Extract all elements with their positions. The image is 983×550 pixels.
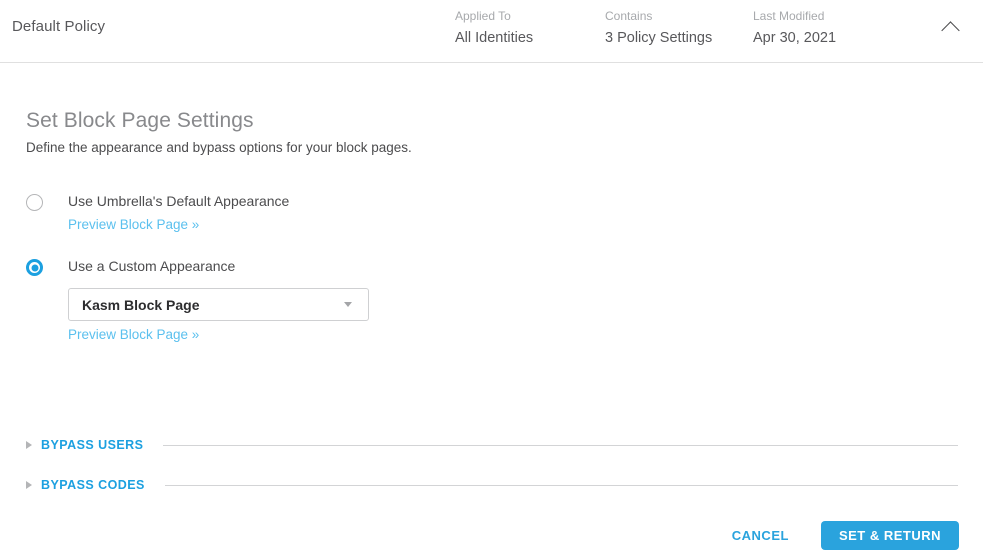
option-custom-appearance: Use a Custom Appearance Kasm Block Page … [26,258,369,344]
policy-name: Default Policy [12,18,105,35]
meta-last-modified-value: Apr 30, 2021 [753,27,836,49]
footer-actions: CANCEL SET & RETURN [716,521,959,550]
bypass-codes-section-header[interactable]: BYPASS CODES [26,478,958,492]
chevron-up-icon [941,21,959,39]
block-page-select-value: Kasm Block Page [69,297,344,313]
meta-last-modified: Last Modified Apr 30, 2021 [753,8,836,49]
radio-default-appearance[interactable] [26,194,43,211]
meta-applied-to-value: All Identities [455,27,533,49]
bypass-users-divider [163,445,958,446]
preview-block-page-link-custom[interactable]: Preview Block Page » [68,327,199,342]
bypass-codes-divider [165,485,958,486]
radio-custom-appearance[interactable] [26,259,43,276]
meta-applied-to: Applied To All Identities [455,8,533,49]
radio-label-default-appearance[interactable]: Use Umbrella's Default Appearance [68,193,289,210]
radio-row-default-appearance[interactable]: Use Umbrella's Default Appearance [26,193,289,211]
page-title: Set Block Page Settings [26,109,254,133]
radio-row-custom-appearance[interactable]: Use a Custom Appearance [26,258,369,276]
radio-label-custom-appearance[interactable]: Use a Custom Appearance [68,258,235,275]
meta-contains: Contains 3 Policy Settings [605,8,712,49]
bypass-codes-label: BYPASS CODES [41,478,145,492]
meta-last-modified-label: Last Modified [753,8,836,24]
set-and-return-button[interactable]: SET & RETURN [821,521,959,550]
meta-applied-to-label: Applied To [455,8,533,24]
page-description: Define the appearance and bypass options… [26,140,412,155]
bypass-users-label: BYPASS USERS [41,438,143,452]
collapse-panel-button[interactable] [935,13,965,43]
cancel-button[interactable]: CANCEL [716,528,805,543]
preview-block-page-link-default[interactable]: Preview Block Page » [68,217,199,232]
policy-header: Default Policy Applied To All Identities… [0,0,983,63]
block-page-select[interactable]: Kasm Block Page [68,288,369,321]
meta-contains-value: 3 Policy Settings [605,27,712,49]
meta-contains-label: Contains [605,8,712,24]
option-default-appearance: Use Umbrella's Default Appearance Previe… [26,193,289,234]
bypass-users-section-header[interactable]: BYPASS USERS [26,438,958,452]
caret-down-icon [344,302,352,307]
caret-right-icon-users [26,441,32,449]
caret-right-icon-codes [26,481,32,489]
